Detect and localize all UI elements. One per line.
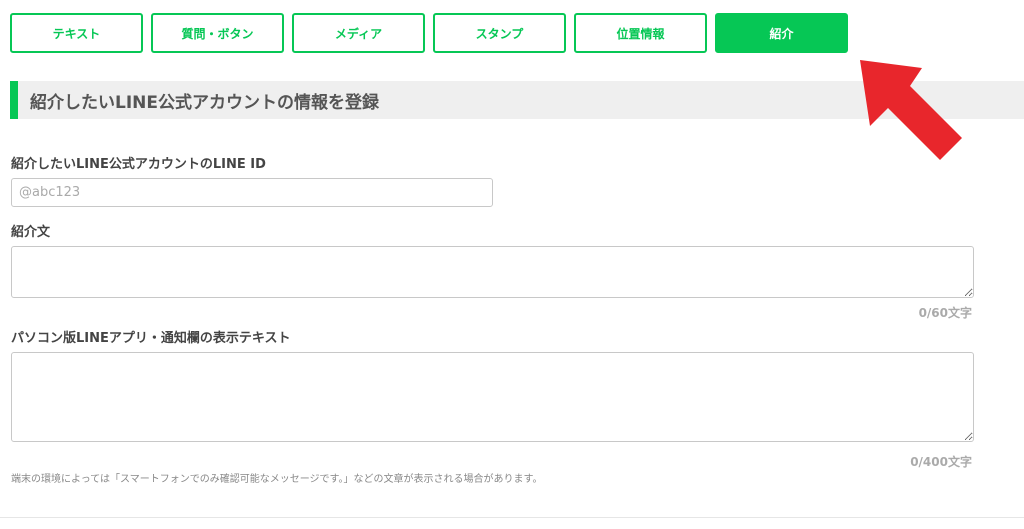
intro-label: 紹介文 — [11, 225, 51, 240]
line-id-label: 紹介したいLINE公式アカウントのLINE ID — [11, 157, 266, 172]
pc-text-label: パソコン版LINEアプリ・通知欄の表示テキスト — [11, 331, 291, 346]
environment-note: 端末の環境によっては「スマートフォンでのみ確認可能なメッセージです。」などの文章… — [11, 474, 543, 485]
tab-location[interactable]: 位置情報 — [574, 13, 707, 53]
tab-introduction[interactable]: 紹介 — [715, 13, 848, 53]
line-id-input[interactable] — [11, 178, 493, 207]
section-accent-bar — [10, 81, 18, 119]
tab-sticker[interactable]: スタンプ — [433, 13, 566, 53]
intro-textarea[interactable] — [11, 246, 974, 298]
pc-text-char-counter: 0/400文字 — [910, 455, 972, 469]
message-type-tabs: テキスト 質問・ボタン メディア スタンプ 位置情報 紹介 — [10, 13, 848, 53]
tab-text[interactable]: テキスト — [10, 13, 143, 53]
divider — [0, 517, 1024, 518]
section-title: 紹介したいLINE公式アカウントの情報を登録 — [30, 92, 379, 113]
red-arrow-icon — [860, 60, 962, 160]
tab-question-button[interactable]: 質問・ボタン — [151, 13, 284, 53]
intro-char-counter: 0/60文字 — [918, 306, 972, 320]
pc-text-textarea[interactable] — [11, 352, 974, 442]
tab-media[interactable]: メディア — [292, 13, 425, 53]
